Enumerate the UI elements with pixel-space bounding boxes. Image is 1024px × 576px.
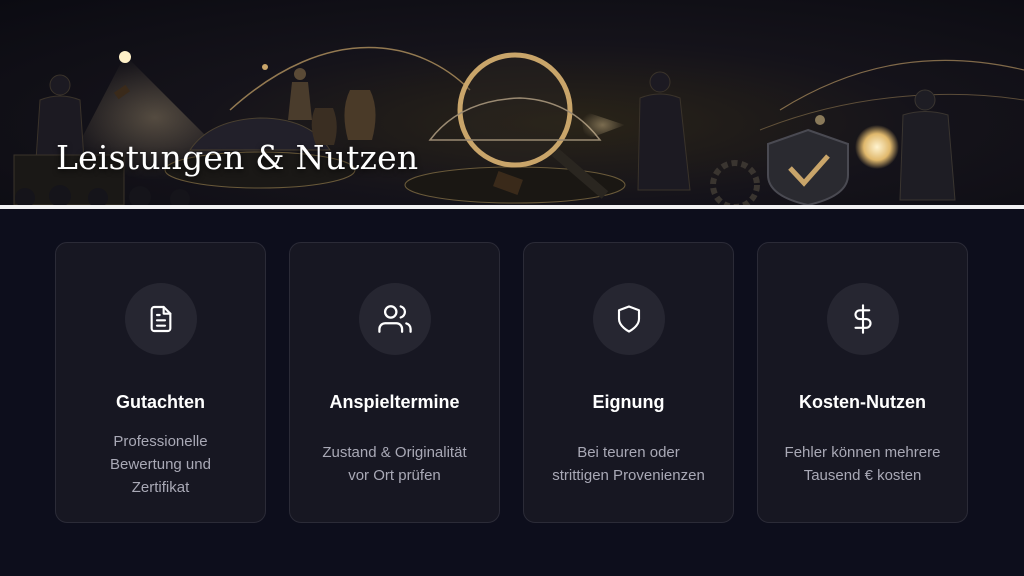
card-description-line: vor Ort prüfen <box>348 467 441 484</box>
card-description-line: Bewertung und <box>110 456 211 473</box>
card-description-line: Tausend € kosten <box>803 467 922 484</box>
hero-banner: Leistungen & Nutzen <box>0 0 1024 205</box>
document-icon <box>125 283 197 355</box>
card-description-line: Zustand & Originalität <box>322 444 467 461</box>
card-description: Professionelle Bewertung und Zertifikat <box>66 430 255 499</box>
card-title: Gutachten <box>115 392 205 412</box>
hero-divider <box>0 205 1024 209</box>
users-icon <box>359 283 431 355</box>
card-description: Bei teuren oder strittigen Provenienzen <box>534 441 723 487</box>
page-title: Leistungen & Nutzen <box>56 138 419 177</box>
card-description-line: strittigen Provenienzen <box>552 467 705 484</box>
card-anspieltermine: Anspieltermine Zustand & Originalität vo… <box>289 242 500 523</box>
card-description-line: Fehler können mehrere <box>784 444 941 461</box>
card-kosten-nutzen: Kosten-Nutzen Fehler können mehrere Taus… <box>757 242 968 523</box>
card-description: Zustand & Originalität vor Ort prüfen <box>300 441 489 487</box>
feature-cards: Gutachten Professionelle Bewertung und Z… <box>55 242 971 525</box>
card-gutachten: Gutachten Professionelle Bewertung und Z… <box>55 242 266 523</box>
card-title: Anspieltermine <box>329 392 460 412</box>
shield-icon <box>593 283 665 355</box>
card-description: Fehler können mehrere Tausend € kosten <box>768 441 957 487</box>
card-description-line: Bei teuren oder <box>577 444 680 461</box>
card-title: Kosten-Nutzen <box>799 392 926 412</box>
card-title: Eignung <box>592 392 665 412</box>
card-description-line: Zertifikat <box>131 479 190 496</box>
dollar-icon <box>827 283 899 355</box>
card-description-line: Professionelle <box>113 433 208 450</box>
card-eignung: Eignung Bei teuren oder strittigen Prove… <box>523 242 734 523</box>
